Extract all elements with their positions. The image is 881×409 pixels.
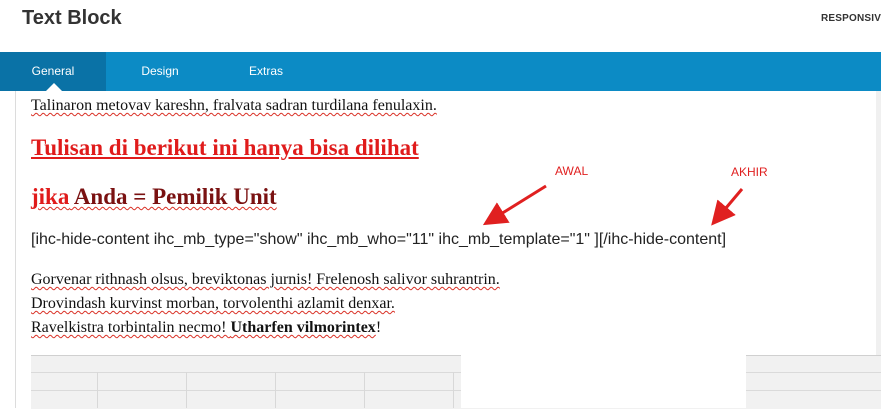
table-column-divider	[364, 372, 365, 408]
arrow-akhir-icon	[711, 188, 744, 226]
arrow-awal-icon	[482, 184, 547, 226]
table-divider	[31, 372, 881, 373]
table-column-divider	[275, 372, 276, 408]
table-preview	[31, 355, 881, 409]
table-blank-region	[461, 355, 746, 408]
annotation-arrows	[482, 184, 744, 226]
table-column-divider	[186, 372, 187, 408]
table-column-divider	[453, 372, 454, 408]
table-column-divider	[97, 372, 98, 408]
table-divider	[31, 390, 881, 391]
